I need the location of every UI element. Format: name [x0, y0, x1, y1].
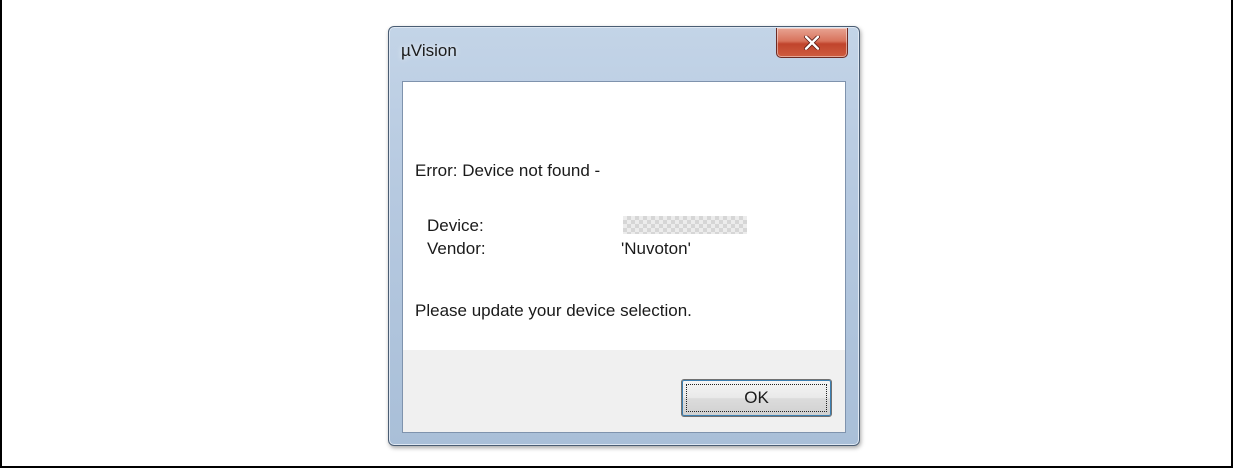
dialog-client-area: Error: Device not found - Device: Vendor…: [402, 81, 846, 433]
vendor-label: Vendor:: [427, 239, 486, 258]
device-label: Device:: [427, 216, 484, 235]
close-button[interactable]: [776, 28, 848, 58]
close-icon: [804, 35, 820, 50]
vendor-value: 'Nuvoton': [621, 239, 691, 258]
uvision-error-dialog: µVision Error: Device not found - Device…: [388, 26, 860, 446]
message-area: Error: Device not found - Device: Vendor…: [403, 82, 845, 350]
window-title: µVision: [401, 41, 457, 60]
ok-button[interactable]: OK: [681, 379, 832, 417]
button-bar: OK: [403, 350, 845, 432]
device-value-redacted: [623, 216, 747, 234]
ok-button-label: OK: [686, 384, 827, 412]
error-message: Error: Device not found -: [415, 161, 601, 180]
update-instruction: Please update your device selection.: [415, 301, 692, 320]
title-bar[interactable]: µVision: [389, 27, 859, 79]
